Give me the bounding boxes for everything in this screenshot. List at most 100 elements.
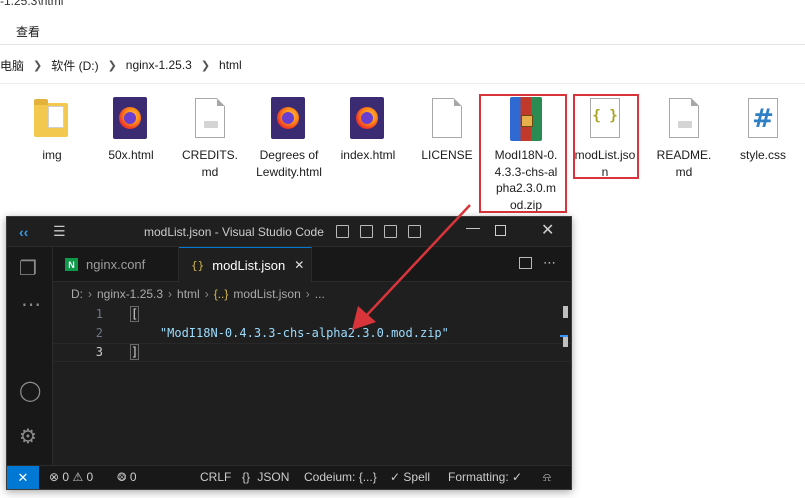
file-item-style-css[interactable]: # style.css	[726, 97, 800, 164]
tab-label: modList.json	[212, 257, 286, 273]
firefox-html-icon	[269, 97, 309, 143]
code-line: "ModI18N-0.4.3.3-chs-alpha2.3.0.mod.zip"	[131, 326, 449, 340]
breadcrumb-item-file[interactable]: modList.json	[233, 287, 300, 301]
breadcrumb-item-html[interactable]: html	[177, 287, 200, 301]
document-icon	[427, 97, 467, 143]
editor-breadcrumb: D: › nginx-1.25.3 › html › {..} modList.…	[53, 283, 571, 305]
line-number: 2	[95, 326, 103, 340]
file-item-index-html[interactable]: index.html	[331, 97, 405, 164]
file-item-license[interactable]: LICENSE	[410, 97, 484, 164]
breadcrumb-item-more[interactable]: ...	[315, 287, 325, 301]
firefox-html-icon	[348, 97, 388, 143]
breadcrumb-item-html[interactable]: html	[219, 58, 242, 72]
highlight-box	[479, 94, 567, 213]
close-icon[interactable]: ✕	[294, 258, 304, 272]
toggle-primary-sidebar-icon[interactable]	[336, 225, 349, 238]
broadcast-icon: ⨷	[117, 470, 127, 484]
line-number: 1	[95, 307, 103, 321]
error-count: 0	[62, 470, 70, 484]
code-line: [	[129, 306, 140, 322]
ports-indicator[interactable]: ⨷ 0	[117, 470, 137, 485]
breadcrumb-item-this-pc[interactable]: 电脑	[0, 57, 24, 74]
file-item-credits[interactable]: CREDITS.md	[173, 97, 247, 180]
file-name: README.md	[656, 148, 712, 179]
codeium-status[interactable]: Codeium: {...}	[304, 470, 377, 484]
file-item-readme[interactable]: README.md	[647, 97, 721, 180]
menu-view[interactable]: 查看	[16, 23, 40, 40]
document-icon	[190, 97, 230, 143]
title-bar: ‹‹ ☰ modList.json - Visual Studio Code —…	[7, 217, 571, 247]
overview-ruler-cursor	[560, 335, 568, 337]
vscode-window: ‹‹ ☰ modList.json - Visual Studio Code —…	[6, 216, 572, 490]
scrollbar[interactable]	[563, 306, 568, 318]
more-icon[interactable]: ⋯	[543, 255, 556, 271]
chevron-right-icon[interactable]: ❯	[33, 59, 42, 72]
maximize-icon[interactable]	[495, 225, 506, 236]
file-item-degrees-of-lewdity[interactable]: Degrees of Lewdity.html	[252, 97, 326, 180]
menu-icon[interactable]: ☰	[53, 223, 66, 240]
spell-status[interactable]: ✓ Spell	[390, 470, 430, 484]
tab-nginx-conf[interactable]: N nginx.conf	[53, 247, 179, 282]
chevron-right-icon: ›	[168, 287, 173, 301]
breadcrumb: 电脑 ❯ 软件 (D:) ❯ nginx-1.25.3 ❯ html	[0, 56, 242, 74]
chevron-right-icon[interactable]: ❯	[108, 59, 117, 72]
chevron-right-icon: ›	[88, 287, 92, 301]
eol-indicator[interactable]: CRLF	[200, 470, 231, 484]
chevron-right-icon: ›	[305, 287, 310, 301]
json-braces-icon: {}	[242, 470, 251, 484]
chevron-right-icon[interactable]: ❯	[201, 59, 210, 72]
toggle-panel-icon[interactable]	[360, 225, 373, 238]
file-item-img[interactable]: img	[15, 97, 89, 164]
language-indicator[interactable]: {} JSON	[242, 470, 289, 484]
error-icon: ⊗	[49, 470, 60, 484]
file-name: style.css	[739, 148, 786, 162]
code-line: ]	[129, 344, 140, 360]
activity-bar: ❐ ⋯ ◯ ⚙	[7, 247, 53, 465]
toggle-secondary-sidebar-icon[interactable]	[384, 225, 397, 238]
account-icon[interactable]: ◯	[19, 381, 41, 401]
status-bar: ✕ ⊗ 0 ⚠ 0 ⨷ 0 CRLF {} JSON Codeium: {...…	[7, 465, 571, 489]
explorer-files-icon[interactable]: ❐	[19, 259, 37, 279]
code-editor[interactable]: 1 2 3 [ "ModI18N-0.4.3.3-chs-alpha2.3.0.…	[53, 305, 571, 465]
breadcrumb-item-nginx[interactable]: nginx-1.25.3	[97, 287, 163, 301]
file-name: CREDITS.md	[181, 148, 238, 179]
vscode-logo-icon: ‹‹	[19, 224, 29, 240]
folder-icon	[32, 97, 72, 143]
file-name: index.html	[340, 148, 396, 162]
bell-icon[interactable]: ⍾	[543, 470, 551, 485]
language-label: JSON	[257, 470, 290, 484]
highlight-box	[573, 94, 639, 179]
customize-layout-icon[interactable]	[408, 225, 421, 238]
more-icon[interactable]: ⋯	[21, 295, 41, 315]
file-item-50x-html[interactable]: 50x.html	[94, 97, 168, 164]
minimize-icon[interactable]: —	[466, 219, 480, 235]
remote-icon[interactable]: ✕	[7, 466, 39, 489]
file-name: img	[42, 148, 62, 162]
json-file-icon: {}	[191, 258, 205, 272]
file-name: 50x.html	[108, 148, 154, 162]
formatting-status[interactable]: Formatting: ✓	[448, 470, 522, 484]
formatting-label: Formatting:	[448, 470, 509, 484]
divider	[0, 44, 805, 45]
warning-count: 0	[86, 470, 94, 484]
split-editor-icon[interactable]	[519, 257, 532, 269]
spell-label: Spell	[403, 470, 431, 484]
warning-icon: ⚠	[72, 470, 84, 484]
window-title: -1.25.3\html	[0, 0, 64, 8]
close-icon[interactable]: ✕	[541, 220, 554, 240]
chevron-right-icon: ›	[204, 287, 209, 301]
file-name: LICENSE	[421, 148, 473, 162]
check-icon: ✓	[390, 470, 401, 484]
problems-indicator[interactable]: ⊗ 0 ⚠ 0	[49, 470, 93, 484]
nginx-file-icon: N	[65, 258, 78, 271]
breadcrumb-item-drive[interactable]: D:	[71, 287, 83, 301]
line-number: 3	[95, 345, 103, 359]
css-file-icon: #	[743, 97, 783, 143]
window-title: modList.json - Visual Studio Code	[144, 225, 324, 239]
ports-count: 0	[129, 470, 137, 484]
breadcrumb-item-drive[interactable]: 软件 (D:)	[51, 57, 98, 74]
breadcrumb-item-nginx[interactable]: nginx-1.25.3	[126, 58, 192, 72]
tab-modlist-json[interactable]: {} modList.json ✕	[179, 247, 312, 282]
document-icon	[664, 97, 704, 143]
gear-icon[interactable]: ⚙	[19, 427, 37, 447]
